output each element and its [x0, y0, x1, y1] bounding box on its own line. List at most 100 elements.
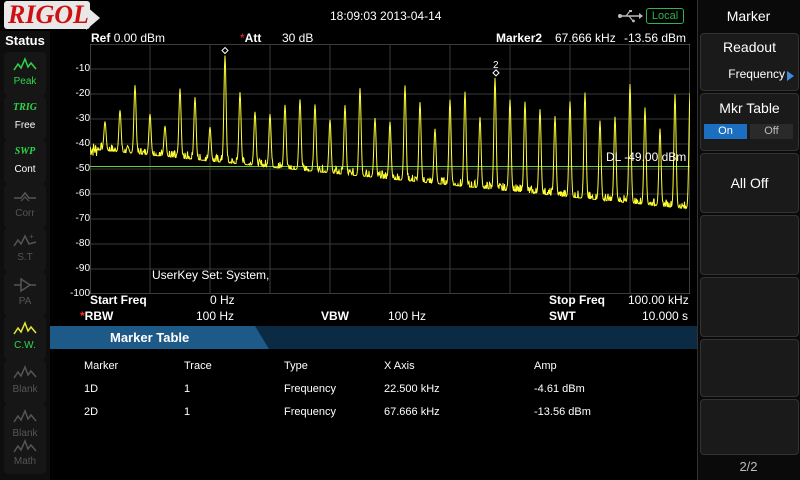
status-st-button[interactable]: + S.T — [4, 228, 46, 272]
y-tick: -80 — [75, 238, 90, 249]
start-freq-label[interactable]: Start Freq — [90, 293, 147, 307]
all-off-label: All Off — [730, 175, 769, 191]
status-swp-label: Cont — [14, 164, 36, 175]
empty-softkey-5[interactable] — [700, 277, 799, 337]
marker-readout-label: Marker2 — [496, 31, 543, 45]
marker-table-header-amp: Amp — [534, 360, 557, 372]
status-corr-label: Corr — [15, 208, 35, 219]
empty-softkey-6[interactable] — [700, 339, 799, 397]
table-cell: Frequency — [284, 406, 336, 418]
marker-table-header-xaxis: X Axis — [384, 360, 415, 372]
stop-freq-label[interactable]: Stop Freq — [549, 293, 605, 307]
start-freq-value: 0 Hz — [210, 293, 235, 307]
status-st-label: S.T — [17, 252, 33, 263]
status-math-button[interactable]: Math — [4, 436, 46, 474]
y-tick: -30 — [75, 113, 90, 124]
corr-icon — [14, 191, 36, 202]
status-swp-button[interactable]: SWP Cont — [4, 140, 46, 184]
swp-title: SWP — [14, 146, 36, 157]
vbw-label[interactable]: VBW — [321, 309, 349, 323]
marker-number-label: 2 — [493, 60, 499, 71]
stop-freq-value: 100.00 kHz — [628, 293, 689, 307]
readout-softkey[interactable]: Readout Frequency — [700, 33, 799, 91]
y-tick: -70 — [75, 213, 90, 224]
table-cell: 1 — [184, 406, 191, 418]
status-pa-label: PA — [18, 296, 32, 307]
peak-wave-icon — [13, 57, 37, 71]
status-peak-label: Peak — [13, 76, 37, 87]
y-tick: -40 — [75, 138, 90, 149]
marker-readout-freq: 67.666 kHz — [555, 31, 616, 45]
status-pa-button[interactable]: PA — [4, 272, 46, 316]
att-label: Att — [244, 31, 262, 45]
blank-wave-icon — [13, 409, 37, 423]
ref-value: 0.00 dBm — [113, 31, 166, 45]
page-indicator: 2/2 — [739, 459, 758, 474]
rbw-label: RBW — [84, 309, 114, 323]
local-badge: Local — [646, 8, 684, 24]
usb-icon — [618, 10, 643, 23]
empty-softkey-4[interactable] — [700, 215, 799, 275]
y-tick: -100 — [69, 288, 90, 299]
marker-table-header-type: Type — [284, 360, 308, 372]
mkr-table-on-toggle[interactable]: On — [704, 124, 747, 139]
readout-title: Readout — [723, 39, 776, 55]
st-icon: + — [13, 232, 37, 247]
status-title: Status — [5, 33, 45, 48]
marker-table-header-marker: Marker — [84, 360, 119, 372]
all-off-softkey[interactable]: All Off — [700, 153, 799, 213]
swt-label[interactable]: SWT — [549, 309, 576, 323]
marker-table-tab-edge — [255, 326, 269, 349]
status-trig-button[interactable]: TRIG Free — [4, 96, 46, 140]
marker-table-header-trace: Trace — [184, 360, 212, 372]
table-cell: Frequency — [284, 383, 336, 395]
blank-wave-icon — [13, 365, 37, 379]
table-cell: 2D — [84, 406, 99, 418]
y-tick: -90 — [75, 263, 90, 274]
mkr-table-off-toggle[interactable]: Off — [750, 124, 793, 139]
math-wave-icon — [13, 439, 37, 453]
table-cell: 67.666 kHz — [384, 406, 440, 418]
table-cell: 1 — [184, 383, 191, 395]
y-tick: -50 — [75, 163, 90, 174]
status-peak-button[interactable]: Peak — [4, 52, 46, 96]
table-cell: -13.56 dBm — [534, 406, 591, 418]
ref-label: Ref — [91, 31, 111, 45]
status-math-label: Math — [13, 456, 37, 467]
status-blank1-label: Blank — [12, 384, 38, 395]
status-cw-button[interactable]: C.W. — [4, 316, 46, 360]
brand-text: RIGOL — [8, 0, 89, 29]
table-cell: 22.500 kHz — [384, 383, 440, 395]
y-tick: -10 — [75, 63, 90, 74]
attenuation[interactable]: *Att — [240, 31, 261, 45]
y-tick: -20 — [75, 88, 90, 99]
mkr-table-title: Mkr Table — [719, 100, 780, 116]
empty-softkey-7[interactable] — [700, 399, 799, 455]
status-trig-label: Free — [14, 120, 36, 131]
trig-title: TRIG — [13, 102, 37, 113]
marker-table-title: Marker Table — [110, 330, 190, 345]
ref-level[interactable]: Ref 0.00 dBm — [91, 31, 165, 45]
rbw-value: 100 Hz — [196, 309, 235, 323]
table-cell: -4.61 dBm — [534, 383, 585, 395]
pa-icon — [14, 277, 36, 293]
status-blank1-button[interactable]: Blank — [4, 360, 46, 404]
status-corr-button[interactable]: Corr — [4, 184, 46, 228]
datetime: 18:09:03 2013-04-14 — [330, 9, 442, 23]
user-key-text: UserKey Set: System, — [152, 268, 270, 282]
mkr-table-softkey[interactable]: Mkr Table — [700, 93, 799, 151]
swt-value: 10.000 s — [642, 309, 689, 323]
arrow-right-icon — [787, 71, 794, 81]
table-cell: 1D — [84, 383, 99, 395]
marker-readout-amp: -13.56 dBm — [624, 31, 687, 45]
display-line-label: DL -49.00 dBm — [606, 150, 687, 164]
svg-text:+: + — [29, 232, 34, 241]
cw-wave-icon — [13, 321, 37, 335]
vbw-value: 100 Hz — [388, 309, 427, 323]
spectrum-plot[interactable]: 12 — [90, 44, 690, 294]
menu-title: Marker — [726, 8, 771, 24]
status-cw-label: C.W. — [14, 340, 36, 351]
att-value: 30 dB — [282, 31, 314, 45]
readout-value: Frequency — [728, 67, 785, 81]
rbw-setting[interactable]: *RBW — [80, 309, 113, 323]
